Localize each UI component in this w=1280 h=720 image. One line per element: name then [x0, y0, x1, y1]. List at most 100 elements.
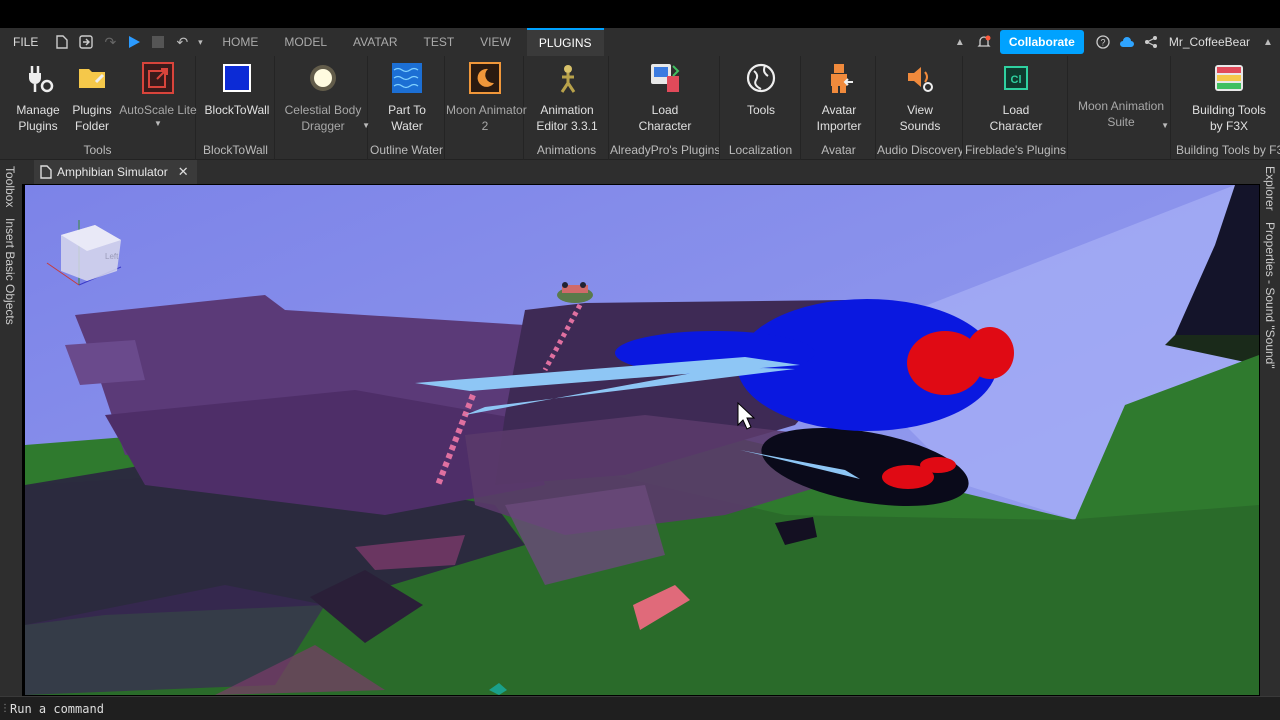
- speaker-icon: [904, 62, 936, 94]
- stop-icon[interactable]: [146, 28, 170, 56]
- group-label: Fireblade's Plugins: [964, 143, 1066, 157]
- plugins-ribbon: Manage Plugins Plugins Folder AutoScale …: [0, 56, 1280, 160]
- ribbon-group-fireblade: Cl Load Character Fireblade's Plugins: [964, 56, 1068, 160]
- ribbon-group-celestial: Celestial Body Dragger ▼: [276, 56, 370, 160]
- animation-editor-button[interactable]: Animation Editor 3.3.1: [529, 62, 605, 134]
- moon-animator-2-button[interactable]: Moon Animator 2: [446, 62, 527, 134]
- avatar-importer-button[interactable]: Avatar Importer: [806, 62, 872, 134]
- ribbon-group-audio-discovery: View Sounds Audio Discovery: [877, 56, 963, 160]
- svg-text:Left: Left: [105, 252, 119, 261]
- new-file-icon[interactable]: [50, 28, 74, 56]
- scene-render: Left: [25, 185, 1259, 695]
- 3d-viewport[interactable]: Left: [25, 185, 1259, 695]
- group-label: Animations: [536, 143, 597, 157]
- tab-avatar[interactable]: AVATAR: [337, 28, 407, 56]
- notification-bell-icon[interactable]: [972, 28, 996, 56]
- load-character-fireblade-button[interactable]: Cl Load Character: [980, 62, 1052, 134]
- button-label: Part To Water: [388, 103, 426, 133]
- button-label: Celestial Body Dragger: [284, 103, 362, 133]
- share-icon[interactable]: [1139, 28, 1163, 56]
- ribbon-group-tools: Manage Plugins Plugins Folder AutoScale …: [0, 56, 198, 160]
- username-label[interactable]: Mr_CoffeeBear: [1169, 35, 1250, 49]
- document-icon: [40, 165, 52, 179]
- user-dropdown-icon[interactable]: ▲: [1256, 28, 1280, 56]
- explorer-tab[interactable]: Explorer: [1263, 166, 1277, 211]
- file-menu[interactable]: FILE: [0, 35, 50, 49]
- group-label: AlreadyPro's Plugins: [610, 143, 719, 157]
- part-to-water-button[interactable]: Part To Water: [373, 62, 441, 134]
- building-tools-f3x-button[interactable]: Building Tools by F3X: [1184, 62, 1274, 134]
- command-bar-grip-icon[interactable]: ⋮: [0, 703, 10, 714]
- view-sounds-button[interactable]: View Sounds: [887, 62, 953, 134]
- button-label: Moon Animation Suite: [1077, 99, 1165, 129]
- tab-test[interactable]: TEST: [407, 28, 464, 56]
- celestial-body-dragger-button[interactable]: Celestial Body Dragger ▼: [280, 62, 370, 134]
- animation-figure-icon: [551, 62, 583, 94]
- top-black-bar: [0, 0, 1280, 28]
- load-character-icon: [649, 62, 681, 94]
- plugins-folder-button[interactable]: Plugins Folder: [68, 62, 116, 134]
- tab-view[interactable]: VIEW: [464, 28, 521, 56]
- svg-text:Cl: Cl: [1011, 74, 1022, 86]
- f3x-icon: [1213, 62, 1245, 94]
- ribbon-group-blocktowall: BlockToWall BlockToWall: [197, 56, 275, 160]
- load-character-alreadypro-button[interactable]: Load Character: [628, 62, 702, 134]
- localization-tools-button[interactable]: Tools: [729, 62, 793, 118]
- group-label: BlockToWall: [203, 143, 268, 157]
- button-label: Plugins Folder: [72, 103, 112, 133]
- menu-right: ▲ Collaborate ? Mr_CoffeeBear ▲: [948, 28, 1280, 56]
- button-label: Load Character: [989, 103, 1043, 133]
- autoscale-icon: [142, 62, 174, 94]
- collaborate-button[interactable]: Collaborate: [999, 30, 1084, 54]
- tab-plugins[interactable]: PLUGINS: [526, 28, 604, 56]
- help-icon[interactable]: ?: [1091, 28, 1115, 56]
- ribbon-group-outline-water: Part To Water Outline Water: [369, 56, 445, 160]
- undo-dropdown-icon[interactable]: ▾: [194, 28, 206, 56]
- document-tabs: Amphibian Simulator ✕: [22, 160, 1260, 184]
- button-label: Avatar Importer: [816, 103, 862, 133]
- globe-icon: [745, 62, 777, 94]
- folder-icon: [76, 62, 108, 94]
- button-label: AutoScale Lite: [119, 103, 197, 117]
- moon-animation-suite-button[interactable]: Moon Animation Suite ▼: [1075, 98, 1169, 130]
- chevron-down-icon[interactable]: ▼: [1161, 118, 1169, 134]
- ribbon-group-animations: Animation Editor 3.3.1 Animations: [525, 56, 609, 160]
- ribbon-group-f3x: Building Tools by F3X Building Tools by …: [1172, 56, 1280, 160]
- ribbon-group-moon-animator: Moon Animator 2: [446, 56, 527, 160]
- close-icon[interactable]: ✕: [178, 164, 189, 180]
- sun-icon: [307, 62, 339, 94]
- blue-block-icon: [221, 62, 253, 94]
- tab-home[interactable]: HOME: [206, 28, 268, 56]
- left-dock-tabs: Toolbox Insert Basic Objects: [0, 160, 22, 696]
- autoscale-lite-button[interactable]: AutoScale Lite ▼: [118, 62, 198, 132]
- frog-character: [557, 282, 593, 303]
- cloud-icon[interactable]: [1115, 28, 1139, 56]
- svg-text:?: ?: [1100, 38, 1105, 48]
- button-label: Manage Plugins: [16, 103, 60, 133]
- properties-tab[interactable]: Properties - Sound "Sound": [1263, 222, 1277, 369]
- insert-basic-objects-tab[interactable]: Insert Basic Objects: [3, 218, 17, 325]
- avatar-importer-icon: [823, 62, 855, 94]
- blocktowall-button[interactable]: BlockToWall: [199, 62, 275, 118]
- chevron-down-icon[interactable]: ▼: [118, 116, 198, 132]
- undo-icon[interactable]: ↶: [170, 28, 194, 56]
- toolbox-tab[interactable]: Toolbox: [3, 166, 17, 207]
- button-label: Moon Animator 2: [446, 103, 527, 133]
- right-dock-tabs: Explorer Properties - Sound "Sound": [1260, 160, 1280, 696]
- manage-plugins-button[interactable]: Manage Plugins: [10, 62, 66, 134]
- button-label: BlockToWall: [204, 103, 270, 117]
- command-bar: ⋮: [0, 696, 1280, 720]
- button-label: Building Tools by F3X: [1192, 103, 1266, 133]
- publish-icon[interactable]: [74, 28, 98, 56]
- tab-model[interactable]: MODEL: [268, 28, 337, 56]
- collapse-ribbon-icon[interactable]: ▲: [948, 28, 972, 56]
- command-input[interactable]: [10, 701, 610, 716]
- group-label: Outline Water: [370, 143, 443, 157]
- button-label: Animation Editor 3.3.1: [536, 103, 598, 133]
- ribbon-group-moon-suite: Moon Animation Suite ▼: [1069, 56, 1171, 160]
- ribbon-group-avatar: Avatar Importer Avatar: [802, 56, 876, 160]
- water-icon: [391, 62, 423, 94]
- redo-icon[interactable]: ↷: [98, 28, 122, 56]
- document-tab-amphibian-simulator[interactable]: Amphibian Simulator ✕: [34, 160, 197, 184]
- play-icon[interactable]: [122, 28, 146, 56]
